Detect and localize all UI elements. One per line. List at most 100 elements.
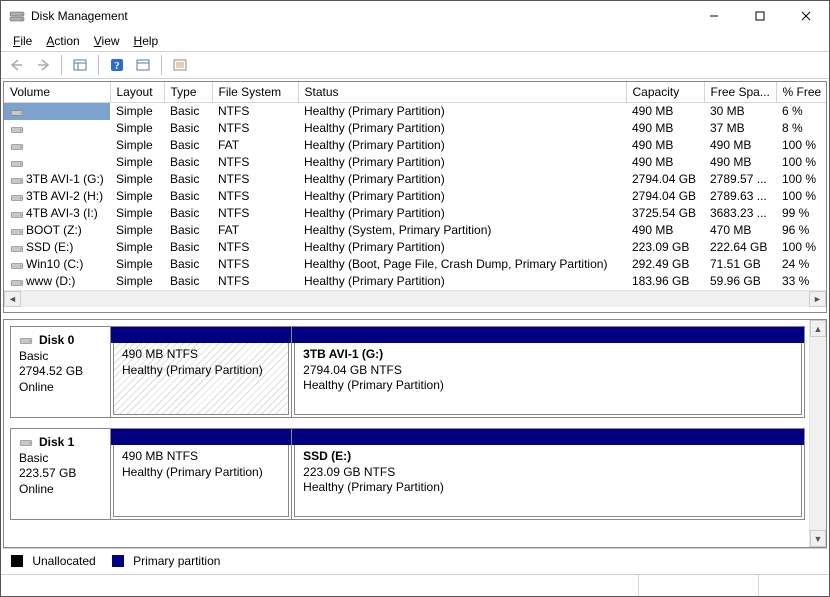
menu-view[interactable]: View — [88, 32, 126, 50]
cell-pct: 100 % — [776, 239, 826, 256]
cell-type: Basic — [164, 222, 212, 239]
maximize-button[interactable] — [737, 1, 783, 31]
cell-fs: NTFS — [212, 205, 298, 222]
menu-file[interactable]: File — [7, 32, 38, 50]
col-free[interactable]: Free Spa... — [704, 82, 776, 103]
table-row[interactable]: SimpleBasicNTFSHealthy (Primary Partitio… — [4, 154, 826, 171]
svg-text:?: ? — [114, 60, 120, 72]
cell-status: Healthy (Primary Partition) — [298, 273, 626, 290]
unallocated-swatch-icon — [11, 555, 23, 567]
cell-status: Healthy (Primary Partition) — [298, 154, 626, 171]
partition-size: 223.09 GB NTFS — [303, 465, 793, 481]
volume-cell[interactable]: 3TB AVI-2 (H:) — [4, 188, 110, 205]
partition-title: SSD (E:) — [303, 449, 793, 465]
disk-name: Disk 0 — [39, 333, 74, 347]
minimize-button[interactable] — [691, 1, 737, 31]
col-volume[interactable]: Volume — [4, 82, 110, 103]
partition-color-bar — [111, 429, 291, 445]
partition-color-bar — [292, 327, 804, 343]
col-status[interactable]: Status — [298, 82, 626, 103]
scroll-left-icon[interactable]: ◄ — [4, 291, 21, 307]
cell-fs: NTFS — [212, 120, 298, 137]
cell-fs: NTFS — [212, 256, 298, 273]
volume-cell[interactable] — [4, 103, 110, 120]
table-row[interactable]: 4TB AVI-3 (I:)SimpleBasicNTFSHealthy (Pr… — [4, 205, 826, 222]
drive-icon — [10, 141, 24, 151]
cell-status: Healthy (Primary Partition) — [298, 137, 626, 154]
menubar: File Action View Help — [1, 31, 829, 51]
scroll-up-icon[interactable]: ▲ — [810, 320, 826, 337]
table-row[interactable]: SimpleBasicNTFSHealthy (Primary Partitio… — [4, 103, 826, 120]
cell-layout: Simple — [110, 188, 164, 205]
table-row[interactable]: SimpleBasicNTFSHealthy (Primary Partitio… — [4, 120, 826, 137]
volume-cell[interactable]: SSD (E:) — [4, 239, 110, 256]
cell-cap: 490 MB — [626, 120, 704, 137]
table-row[interactable]: BOOT (Z:)SimpleBasicFATHealthy (System, … — [4, 222, 826, 239]
volume-name: BOOT (Z:) — [26, 223, 82, 237]
cell-free: 490 MB — [704, 154, 776, 171]
volume-name: 3TB AVI-1 (G:) — [26, 172, 104, 186]
vertical-scrollbar[interactable]: ▲ ▼ — [809, 320, 826, 547]
partition[interactable]: 490 MB NTFSHealthy (Primary Partition) — [111, 429, 291, 519]
app-icon — [9, 8, 25, 24]
scroll-right-icon[interactable]: ► — [809, 291, 826, 307]
table-row[interactable]: Win10 (C:)SimpleBasicNTFSHealthy (Boot, … — [4, 256, 826, 273]
scrollbar-track[interactable] — [810, 337, 826, 530]
cell-type: Basic — [164, 205, 212, 222]
cell-free: 59.96 GB — [704, 273, 776, 290]
menu-action[interactable]: Action — [40, 32, 85, 50]
volume-cell[interactable]: www (D:) — [4, 273, 110, 290]
drive-icon — [10, 124, 24, 134]
view-list-button[interactable] — [168, 54, 192, 76]
menu-help[interactable]: Help — [128, 32, 165, 50]
legend-primary: Primary partition — [112, 554, 221, 568]
cell-fs: FAT — [212, 222, 298, 239]
volume-cell[interactable] — [4, 137, 110, 154]
drive-icon — [10, 277, 24, 287]
scrollbar-track[interactable] — [21, 291, 809, 307]
horizontal-scrollbar[interactable]: ◄ ► — [4, 290, 826, 307]
partition-title: 3TB AVI-1 (G:) — [303, 347, 793, 363]
volume-cell[interactable]: Win10 (C:) — [4, 256, 110, 273]
volume-cell[interactable] — [4, 120, 110, 137]
cell-fs: NTFS — [212, 154, 298, 171]
col-pctfree[interactable]: % Free — [776, 82, 826, 103]
volume-name: 4TB AVI-3 (I:) — [26, 206, 98, 220]
close-button[interactable] — [783, 1, 829, 31]
cell-status: Healthy (Primary Partition) — [298, 239, 626, 256]
scroll-down-icon[interactable]: ▼ — [810, 530, 826, 547]
help-button[interactable]: ? — [105, 54, 129, 76]
cell-pct: 6 % — [776, 103, 826, 120]
cell-free: 2789.63 ... — [704, 188, 776, 205]
volume-name: www (D:) — [26, 274, 75, 288]
volume-name: SSD (E:) — [26, 240, 73, 254]
table-row[interactable]: SSD (E:)SimpleBasicNTFSHealthy (Primary … — [4, 239, 826, 256]
legend-primary-label: Primary partition — [133, 554, 220, 568]
disk-info[interactable]: Disk 0Basic2794.52 GBOnline — [11, 327, 111, 417]
table-row[interactable]: www (D:)SimpleBasicNTFSHealthy (Primary … — [4, 273, 826, 290]
volume-cell[interactable] — [4, 154, 110, 171]
properties-button[interactable] — [131, 54, 155, 76]
table-row[interactable]: SimpleBasicFATHealthy (Primary Partition… — [4, 137, 826, 154]
volume-cell[interactable]: 3TB AVI-1 (G:) — [4, 171, 110, 188]
window-frame: Disk Management File Action View Help — [0, 0, 830, 597]
col-type[interactable]: Type — [164, 82, 212, 103]
volume-cell[interactable]: BOOT (Z:) — [4, 222, 110, 239]
legend-unallocated: Unallocated — [11, 554, 96, 568]
show-hide-console-button[interactable] — [68, 54, 92, 76]
window-title: Disk Management — [31, 9, 128, 23]
col-capacity[interactable]: Capacity — [626, 82, 704, 103]
forward-button[interactable] — [31, 54, 55, 76]
col-layout[interactable]: Layout — [110, 82, 164, 103]
disk-info[interactable]: Disk 1Basic223.57 GBOnline — [11, 429, 111, 519]
partition[interactable]: 3TB AVI-1 (G:)2794.04 GB NTFSHealthy (Pr… — [291, 327, 804, 417]
partition[interactable]: 490 MB NTFSHealthy (Primary Partition) — [111, 327, 291, 417]
volume-cell[interactable]: 4TB AVI-3 (I:) — [4, 205, 110, 222]
col-filesystem[interactable]: File System — [212, 82, 298, 103]
cell-fs: NTFS — [212, 171, 298, 188]
back-button[interactable] — [5, 54, 29, 76]
disk-state: Online — [19, 380, 54, 394]
partition[interactable]: SSD (E:)223.09 GB NTFSHealthy (Primary P… — [291, 429, 804, 519]
table-row[interactable]: 3TB AVI-2 (H:)SimpleBasicNTFSHealthy (Pr… — [4, 188, 826, 205]
table-row[interactable]: 3TB AVI-1 (G:)SimpleBasicNTFSHealthy (Pr… — [4, 171, 826, 188]
